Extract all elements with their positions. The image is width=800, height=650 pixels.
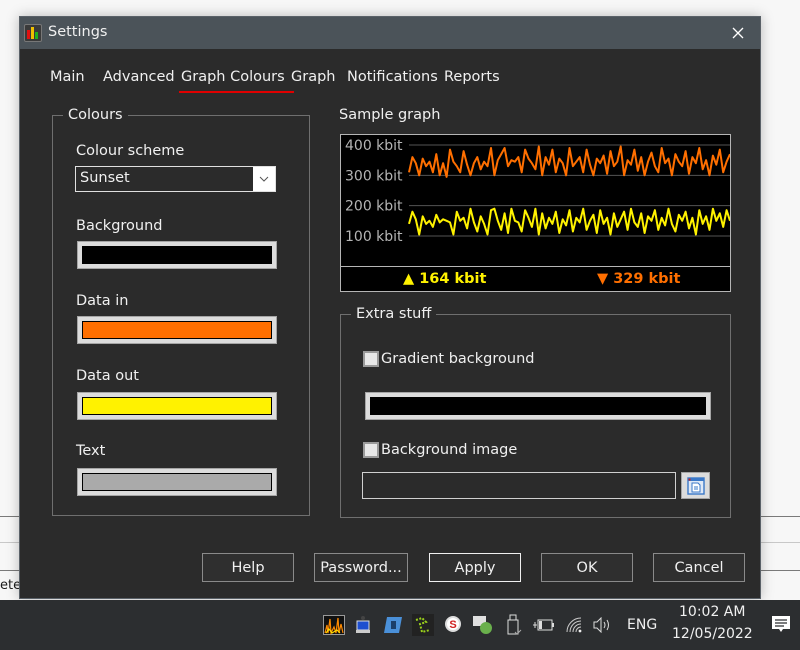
gradient-colour-button[interactable] [365,392,711,420]
background-colour-swatch [82,246,272,264]
data-out-colour-swatch [82,397,272,415]
gradient-background-label: Gradient background [381,351,535,367]
data-out-label: Data out [76,368,139,384]
app-bar-chart-icon [24,24,42,42]
settings-dialog: Settings Main Advanced Graph Colours Gra… [19,16,761,599]
window-title: Settings [48,24,108,40]
y-tick-label: 200 kbit [345,199,403,215]
title-bar[interactable]: Settings [20,17,760,49]
document-icon [686,476,705,495]
chevron-down-icon [253,167,275,191]
wifi-icon[interactable] [564,614,586,636]
colour-scheme-value: Sunset [80,170,130,186]
extra-stuff-group: Extra stuff Gradient background Backgrou… [340,306,731,518]
background-text: ete [0,578,22,593]
close-icon [732,27,744,39]
colour-scheme-label: Colour scheme [76,143,185,159]
tab-graph[interactable]: Graph [291,69,335,85]
data-in-colour-swatch [82,321,272,339]
download-readout: ▼ 329 kbit [597,271,681,287]
browse-button[interactable] [681,472,710,499]
clock-time[interactable]: 10:02 AM [679,604,745,620]
background-image-checkbox[interactable]: Background image [363,442,517,458]
colours-group: Colours Colour scheme Sunset Background … [52,107,310,516]
checkbox-box[interactable] [363,351,379,367]
network-computer-tray-icon[interactable] [352,614,374,636]
volume-icon[interactable] [592,614,614,636]
y-tick-label: 400 kbit [345,138,403,154]
sample-graph-plot: 400 kbit 300 kbit 200 kbit 100 kbit [345,138,730,245]
checkbox-box[interactable] [363,442,379,458]
battery-charging-icon[interactable] [532,614,554,636]
gradient-background-checkbox[interactable]: Gradient background [363,351,534,367]
background-image-label: Background image [381,442,518,458]
background-colour-button[interactable] [77,241,277,269]
background-image-path-input[interactable] [362,472,676,499]
ok-button[interactable]: OK [541,553,633,582]
y-tick-label: 300 kbit [345,168,403,184]
data-in-label: Data in [76,293,129,309]
usb-drive-tray-icon[interactable] [503,614,525,636]
colour-scheme-select[interactable]: Sunset [75,166,276,192]
text-colour-swatch [82,473,272,491]
text-colour-button[interactable] [77,468,277,496]
app-red-s-tray-icon[interactable]: S [442,614,464,636]
colours-legend: Colours [63,107,128,123]
series-line-data-in [408,145,730,178]
password-button[interactable]: Password... [314,553,408,582]
data-in-colour-button[interactable] [77,316,277,344]
extra-stuff-legend: Extra stuff [351,306,437,322]
language-indicator[interactable]: ENG [627,617,657,633]
close-button[interactable] [716,17,760,49]
svg-text:S: S [449,619,456,631]
tab-advanced[interactable]: Advanced [103,69,175,85]
tab-main[interactable]: Main [50,69,85,85]
cancel-button[interactable]: Cancel [653,553,745,582]
tab-notifications[interactable]: Notifications [347,69,438,85]
tab-reports[interactable]: Reports [444,69,500,85]
taskbar: S ENG 10:02 AM 12/05/2022 [0,600,800,650]
chat-status-tray-icon[interactable] [472,614,494,636]
graph-footer-divider [341,266,730,267]
y-tick-label: 100 kbit [345,229,403,245]
series-line-data-out [408,207,730,236]
upload-readout: ▲ 164 kbit [403,271,487,287]
background-label: Background [76,218,163,234]
sample-graph-label: Sample graph [339,107,441,123]
tab-graph-colours[interactable]: Graph Colours [179,69,294,93]
app-green-tray-icon[interactable] [412,614,434,636]
clock-date[interactable]: 12/05/2022 [672,626,753,642]
gradient-colour-swatch [370,397,706,415]
notifications-icon[interactable] [770,613,792,635]
sample-graph: 400 kbit 300 kbit 200 kbit 100 kbit ▲ 164 k… [340,134,731,292]
data-out-colour-button[interactable] [77,392,277,420]
apply-button[interactable]: Apply [429,553,521,582]
text-colour-label: Text [76,443,106,459]
network-meter-tray-icon[interactable] [323,614,345,636]
app-blue-tray-icon[interactable] [382,614,404,636]
help-button[interactable]: Help [202,553,294,582]
